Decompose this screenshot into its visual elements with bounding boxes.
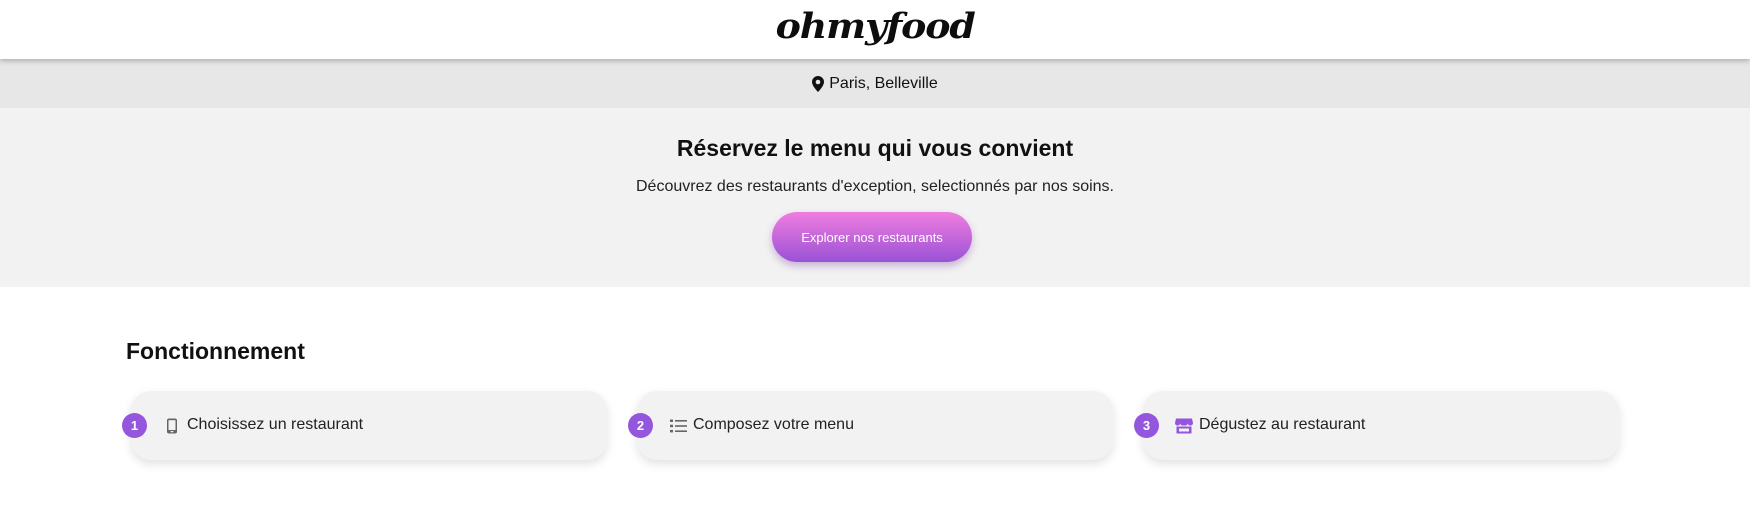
location-bar: Paris, Belleville [0, 59, 1750, 108]
step-label: Composez votre menu [693, 416, 854, 433]
hero-title: Réservez le menu qui vous convient [676, 135, 1074, 161]
explore-restaurants-button[interactable]: Explorer nos restaurants [772, 212, 972, 262]
site-header: ohmyfood [0, 0, 1750, 59]
store-icon [1175, 417, 1193, 435]
step-number-badge: 3 [1134, 413, 1159, 438]
hero-subtitle: Découvrez des restaurants d'exception, s… [636, 178, 1114, 195]
step-label: Choisissez un restaurant [187, 416, 364, 433]
hero-section: Réservez le menu qui vous convient Décou… [0, 108, 1750, 287]
location-text: Paris, Belleville [829, 74, 938, 92]
step-card-2[interactable]: 2 Composez votre menu [628, 391, 1113, 460]
list-icon [669, 417, 687, 435]
section-title-fonctionnement: Fonctionnement [126, 338, 305, 364]
step-number-badge: 1 [122, 413, 147, 438]
step-number-badge: 2 [628, 413, 653, 438]
logo[interactable]: ohmyfood [775, 6, 975, 47]
step-label: Dégustez au restaurant [1199, 416, 1366, 433]
mobile-phone-icon [163, 417, 181, 435]
step-card-1[interactable]: 1 Choisissez un restaurant [122, 391, 607, 460]
map-pin-icon [812, 75, 825, 92]
step-card-3[interactable]: 3 Dégustez au restaurant [1134, 391, 1619, 460]
